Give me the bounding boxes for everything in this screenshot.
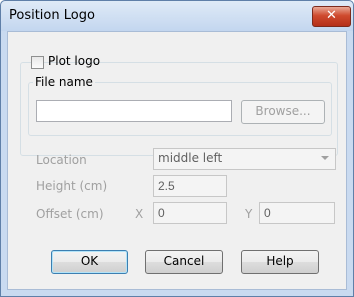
- close-icon: ✕: [326, 8, 337, 23]
- plot-logo-checkbox[interactable]: [31, 56, 44, 69]
- ok-button[interactable]: OK: [51, 250, 128, 274]
- offset-x-input[interactable]: [153, 202, 227, 224]
- dialog-body: Plot logo File name Browse... Location m…: [7, 31, 347, 290]
- offset-x-label: X: [135, 207, 144, 221]
- location-label: Location: [36, 153, 87, 167]
- title-bar[interactable]: Position Logo ✕: [1, 1, 353, 31]
- dialog-title: Position Logo: [9, 8, 95, 23]
- file-name-input[interactable]: [36, 100, 232, 122]
- close-button[interactable]: ✕: [312, 6, 351, 27]
- offset-y-label: Y: [245, 207, 253, 221]
- help-button[interactable]: Help: [241, 250, 319, 274]
- browse-button[interactable]: Browse...: [241, 100, 325, 124]
- offset-y-input[interactable]: [259, 202, 335, 224]
- position-logo-dialog: Position Logo ✕ Plot logo File name Brow…: [0, 0, 354, 297]
- location-value: middle left: [158, 151, 223, 165]
- file-name-label: File name: [33, 75, 95, 89]
- location-select[interactable]: middle left: [153, 148, 336, 170]
- height-input[interactable]: [153, 175, 227, 197]
- cancel-button[interactable]: Cancel: [145, 250, 223, 274]
- plot-logo-label[interactable]: Plot logo: [48, 54, 100, 68]
- offset-label: Offset (cm): [36, 207, 104, 221]
- chevron-down-icon: [321, 156, 329, 160]
- height-label: Height (cm): [36, 179, 108, 193]
